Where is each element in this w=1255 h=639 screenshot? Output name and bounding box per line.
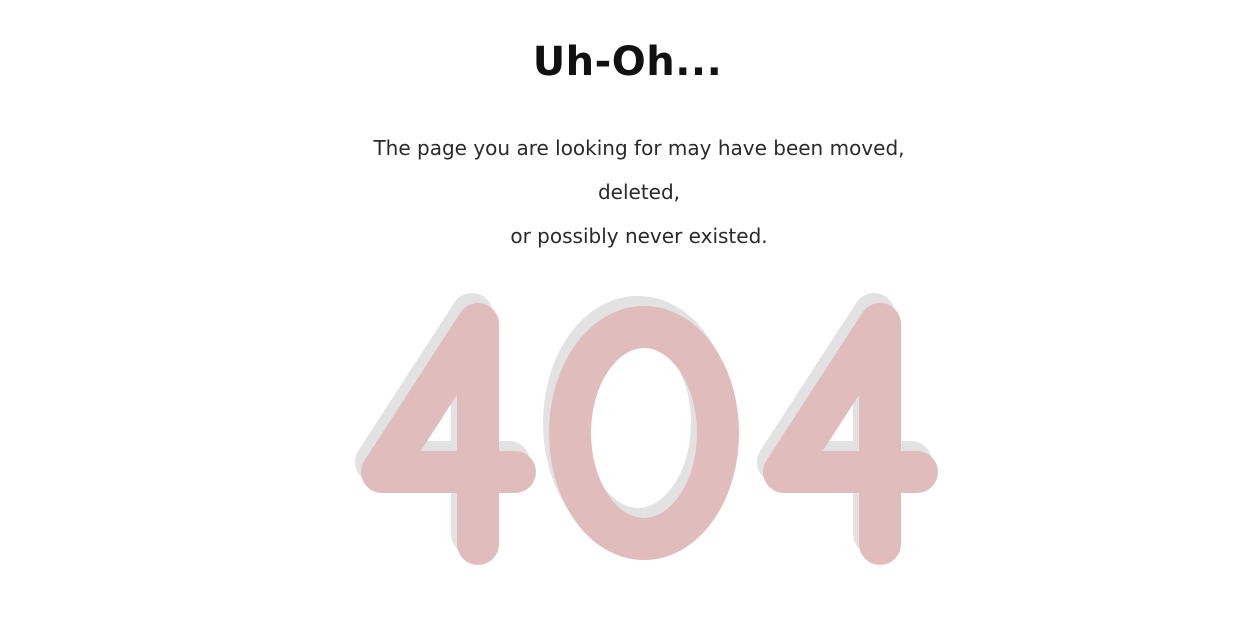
page-title: Uh-Oh... [532,39,723,85]
error-message-line-2: or possibly never existed. [510,224,768,248]
error-code-svg: 404 [355,293,938,565]
error-code-graphic: 404 [330,293,950,576]
error-page: Uh-Oh... The page you are looking for ma… [0,0,1255,639]
error-message: The page you are looking for may have be… [338,126,940,258]
error-message-line-1: The page you are looking for may have be… [373,136,905,204]
